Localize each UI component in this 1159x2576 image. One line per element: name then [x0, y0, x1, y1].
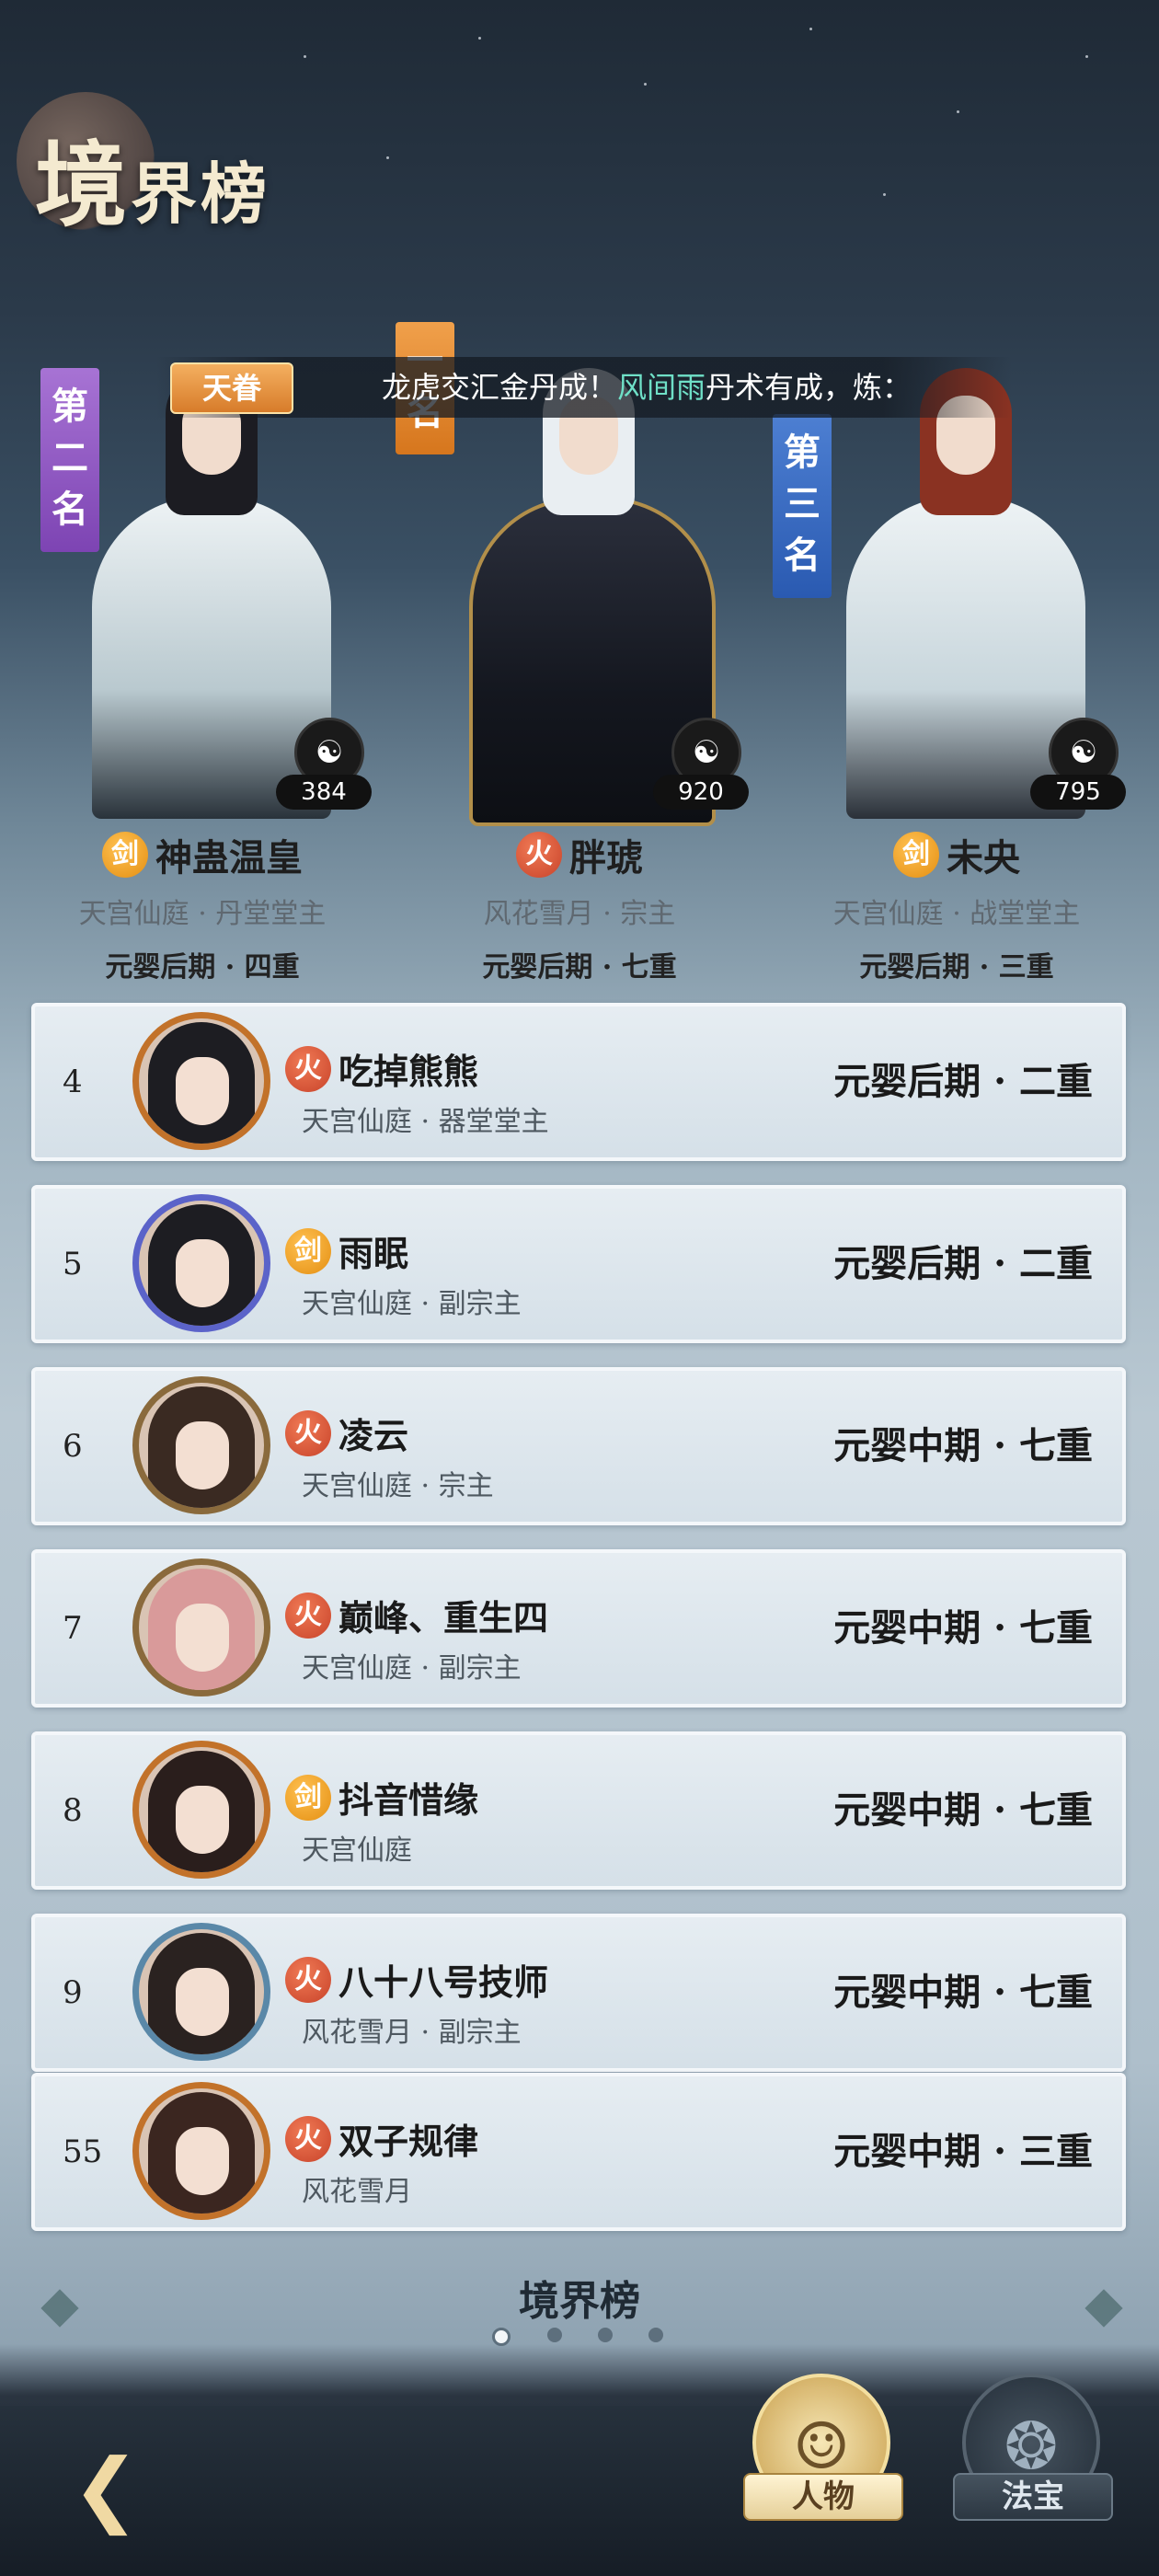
page-dot[interactable]	[648, 2328, 663, 2342]
player-sect: 风花雪月 · 宗主	[483, 898, 676, 930]
player-realm: 元婴中期 · 七重	[833, 1606, 1093, 1650]
player-sect: 天宫仙庭	[302, 1834, 412, 1867]
player-sect: 天宫仙庭 · 丹堂堂主	[78, 898, 327, 930]
player-name: 胖琥	[569, 836, 643, 880]
ranking-row[interactable]: 7 火巅峰、重生四 天宫仙庭 · 副宗主 元婴中期 · 七重	[31, 1549, 1126, 1708]
avatar[interactable]	[132, 1558, 270, 1696]
player-sect: 天宫仙庭 · 器堂堂主	[302, 1106, 549, 1138]
ranking-row-self[interactable]: 55 火双子规律 风花雪月 元婴中期 · 三重	[31, 2073, 1126, 2231]
score-badge: 384	[276, 775, 372, 810]
avatar[interactable]	[132, 1194, 270, 1332]
player-realm: 元婴后期 · 三重	[859, 951, 1054, 983]
player-name: 吃掉熊熊	[339, 1051, 479, 1092]
ranking-row[interactable]: 9 火八十八号技师 风花雪月 · 副宗主 元婴中期 · 七重	[31, 1914, 1126, 2072]
ranking-row[interactable]: 4 火吃掉熊熊 天宫仙庭 · 器堂堂主 元婴后期 · 二重	[31, 1003, 1126, 1161]
podium-first[interactable]: 一名 ☯ 920	[396, 267, 763, 826]
player-name: 雨眠	[339, 1233, 409, 1274]
player-sect: 风花雪月 · 副宗主	[302, 2017, 522, 2049]
rank-banner: 第二名	[40, 368, 99, 552]
player-realm: 元婴后期 · 二重	[833, 1060, 1093, 1103]
player-sect: 风花雪月	[302, 2176, 412, 2208]
rank-number: 4	[63, 1064, 83, 1100]
page-dot[interactable]	[598, 2328, 613, 2342]
player-realm: 元婴后期 · 七重	[482, 951, 677, 983]
fire-element-icon: 火	[516, 832, 562, 878]
top3-info-first: 火胖琥 风花雪月 · 宗主 元婴后期 · 七重	[396, 828, 763, 984]
player-realm: 元婴中期 · 七重	[833, 1788, 1093, 1832]
podium-third[interactable]: 第三名 ☯ 795	[773, 267, 1141, 819]
top3-info-third: 剑未央 天宫仙庭 · 战堂堂主 元婴后期 · 三重	[773, 828, 1141, 984]
player-sect: 天宫仙庭 · 副宗主	[302, 1652, 522, 1685]
page-dot[interactable]	[547, 2328, 562, 2342]
player-name: 巅峰、重生四	[339, 1597, 549, 1639]
sword-element-icon: 剑	[285, 1774, 331, 1821]
avatar[interactable]	[132, 1923, 270, 2061]
tab-treasures-label[interactable]: 法宝	[953, 2473, 1113, 2521]
fire-element-icon: 火	[285, 2115, 331, 2162]
player-name: 抖音惜缘	[339, 1779, 479, 1821]
board-title: 境界榜	[519, 2278, 640, 2325]
player-name: 八十八号技师	[339, 1961, 549, 2003]
sword-element-icon: 剑	[285, 1227, 331, 1274]
avatar[interactable]	[132, 1376, 270, 1514]
player-name: 未央	[947, 836, 1020, 880]
player-sect: 天宫仙庭 · 宗主	[302, 1470, 494, 1502]
avatar[interactable]	[132, 1741, 270, 1879]
player-name: 凌云	[339, 1415, 409, 1456]
score-badge: 795	[1030, 775, 1126, 810]
player-sect: 天宫仙庭 · 战堂堂主	[832, 898, 1081, 930]
player-realm: 元婴中期 · 三重	[833, 2130, 1093, 2173]
ranking-row[interactable]: 5 剑雨眠 天宫仙庭 · 副宗主 元婴后期 · 二重	[31, 1185, 1126, 1343]
page-title: 境界榜	[35, 131, 271, 239]
rank-number: 5	[63, 1246, 83, 1282]
avatar[interactable]	[132, 1012, 270, 1150]
player-realm: 元婴后期 · 二重	[833, 1242, 1093, 1285]
fire-element-icon: 火	[285, 1956, 331, 2003]
podium-second[interactable]: 第二名 ☯ 384	[18, 267, 386, 819]
rank-number: 9	[63, 1974, 83, 2011]
score-badge: 920	[653, 775, 749, 810]
rank-number: 7	[63, 1610, 83, 1647]
avatar[interactable]	[132, 2082, 270, 2220]
sword-element-icon: 剑	[102, 832, 148, 878]
page-dot-active[interactable]	[492, 2328, 511, 2346]
rank-banner: 第三名	[773, 414, 832, 598]
player-sect: 天宫仙庭 · 副宗主	[302, 1288, 522, 1320]
player-realm: 元婴后期 · 四重	[105, 951, 300, 983]
sword-element-icon: 剑	[893, 832, 939, 878]
tab-characters-label[interactable]: 人物	[743, 2473, 903, 2521]
ranking-row[interactable]: 6 火凌云 天宫仙庭 · 宗主 元婴中期 · 七重	[31, 1367, 1126, 1525]
rank-number: 8	[63, 1792, 83, 1829]
back-arrow-icon[interactable]: ❮	[55, 2438, 156, 2539]
player-name: 双子规律	[339, 2121, 479, 2162]
fire-element-icon: 火	[285, 1409, 331, 1456]
tianjuan-badge: 天眷	[170, 362, 293, 414]
fire-element-icon: 火	[285, 1045, 331, 1092]
rank-number: 55	[63, 2133, 103, 2170]
player-name: 神蛊温皇	[155, 836, 303, 880]
player-realm: 元婴中期 · 七重	[833, 1424, 1093, 1467]
top3-info-second: 剑神蛊温皇 天宫仙庭 · 丹堂堂主 元婴后期 · 四重	[18, 828, 386, 984]
fire-element-icon: 火	[285, 1592, 331, 1639]
player-realm: 元婴中期 · 七重	[833, 1971, 1093, 2014]
ranking-row[interactable]: 8 剑抖音惜缘 天宫仙庭 元婴中期 · 七重	[31, 1731, 1126, 1890]
rank-number: 6	[63, 1428, 83, 1465]
